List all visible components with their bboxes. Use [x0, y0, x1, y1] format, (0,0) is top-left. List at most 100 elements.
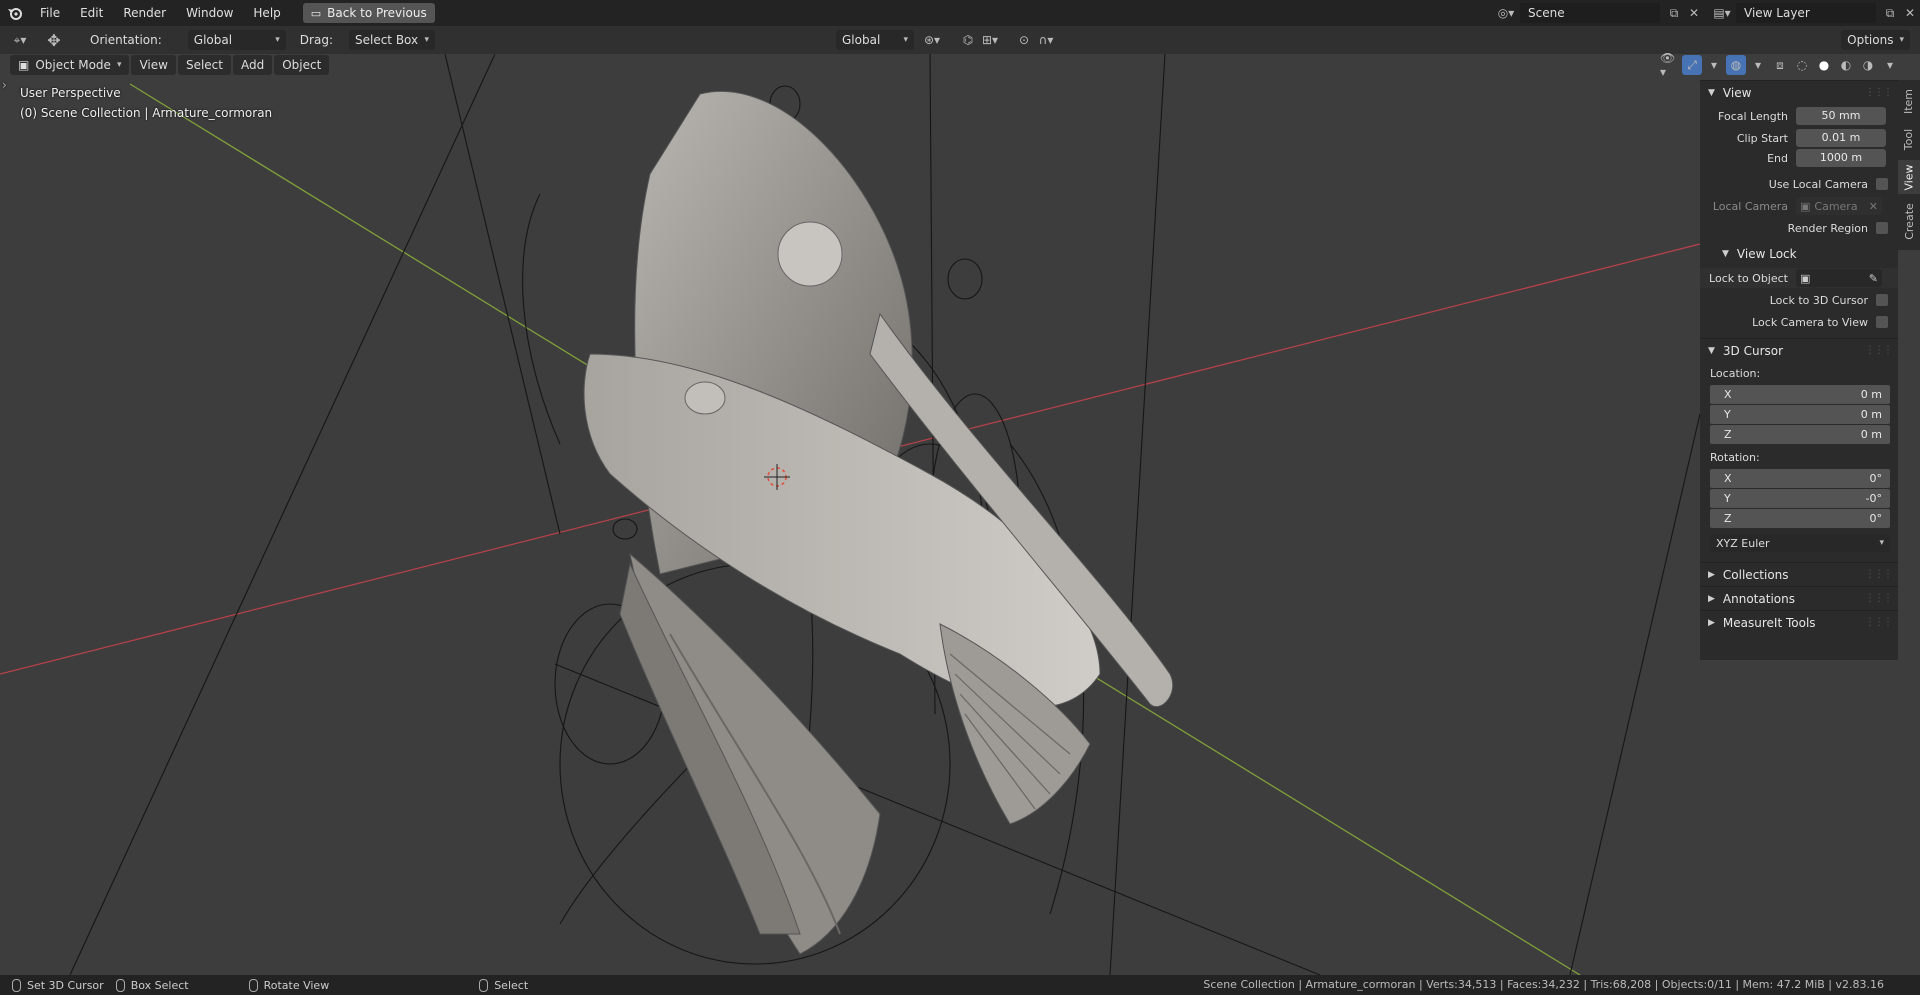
use-local-camera-checkbox[interactable] — [1876, 178, 1888, 190]
view-layer-selector-icon[interactable]: ▤▾ — [1712, 3, 1732, 23]
solid-shading-icon[interactable]: ● — [1814, 55, 1834, 75]
chevron-down-icon[interactable]: ▾ — [1880, 55, 1900, 75]
focal-length-field[interactable]: 50 mm — [1796, 107, 1886, 125]
menu-window[interactable]: Window — [176, 0, 243, 26]
measureit-section-header[interactable]: ▶ MeasureIt Tools ⋮⋮⋮ — [1700, 610, 1898, 634]
view-lock-section-header[interactable]: ▼ View Lock — [1700, 242, 1898, 266]
clip-start-label: Clip Start — [1736, 131, 1788, 145]
status-rotate-view-label: Rotate View — [263, 978, 330, 992]
expanded-triangle-icon: ▼ — [1708, 87, 1715, 98]
lock-to-object-label: Lock to Object — [1709, 271, 1788, 285]
rotation-mode-dropdown[interactable]: XYZ Euler ▾ — [1710, 534, 1890, 552]
3d-cursor-title: 3D Cursor — [1722, 343, 1784, 358]
cursor-location-z-field[interactable]: Z 0 m — [1710, 425, 1890, 444]
wireframe-shading-icon[interactable]: ◌ — [1792, 55, 1812, 75]
scene-name-field[interactable]: Scene — [1520, 3, 1660, 23]
tab-tool[interactable]: Tool — [1898, 122, 1920, 156]
drag-grip-icon[interactable]: ⋮⋮⋮ — [1865, 569, 1893, 580]
status-select-label: Select — [494, 978, 529, 992]
viewport-header: ▣ Object Mode ▾ View Select Add Object — [0, 54, 1700, 76]
drag-grip-icon[interactable]: ⋮⋮⋮ — [1865, 87, 1893, 98]
falloff-icon[interactable]: ∩▾ — [1036, 30, 1056, 50]
tab-item[interactable]: Item — [1898, 84, 1920, 118]
tab-view[interactable]: View — [1898, 160, 1920, 194]
rotation-mode-value: XYZ Euler — [1716, 536, 1770, 550]
3d-cursor-section-header[interactable]: ▼ 3D Cursor ⋮⋮⋮ — [1700, 338, 1898, 362]
overlays-icon[interactable]: ◍ — [1726, 55, 1746, 75]
local-camera-field[interactable]: ▣ Camera ✕ — [1796, 197, 1882, 215]
snap-icon[interactable]: ⌬ — [958, 30, 978, 50]
drag-grip-icon[interactable]: ⋮⋮⋮ — [1865, 617, 1893, 628]
xray-icon[interactable]: ⧈ — [1770, 55, 1790, 75]
cormorant-model[interactable] — [583, 91, 1174, 955]
options-dropdown[interactable]: Options ▾ — [1841, 30, 1910, 50]
pivot-point-icon[interactable]: ⊛▾ — [922, 30, 942, 50]
view-section-title: View — [1722, 85, 1752, 100]
rendered-shading-icon[interactable]: ◑ — [1858, 55, 1878, 75]
menu-render[interactable]: Render — [113, 0, 176, 26]
render-region-checkbox[interactable] — [1876, 222, 1888, 234]
new-view-layer-icon[interactable]: ⧉ — [1880, 3, 1900, 23]
material-shading-icon[interactable]: ◐ — [1836, 55, 1856, 75]
transform-orientation-dropdown[interactable]: Global ▾ — [836, 30, 914, 50]
cursor-rotation-z-field[interactable]: Z 0° — [1710, 509, 1890, 528]
tab-create[interactable]: Create — [1898, 198, 1920, 244]
menu-add[interactable]: Add — [232, 55, 273, 75]
view-layer-name-field[interactable]: View Layer — [1736, 3, 1876, 23]
clear-icon[interactable]: ✕ — [1869, 200, 1878, 213]
tab-view-label: View — [1902, 163, 1916, 191]
cursor-location-y-field[interactable]: Y 0 m — [1710, 405, 1890, 424]
scene-selector-icon[interactable]: ◎▾ — [1496, 3, 1516, 23]
view-section-header[interactable]: ▼ View ⋮⋮⋮ — [1700, 80, 1898, 104]
proportional-edit-icon[interactable]: ⊙ — [1014, 30, 1034, 50]
menu-object[interactable]: Object — [274, 55, 330, 75]
orientation-dropdown[interactable]: Global ▾ — [187, 30, 286, 50]
visibility-icon[interactable]: 👁▾ — [1660, 51, 1680, 79]
lock-to-object-field[interactable]: ▣ ✎ — [1796, 269, 1882, 287]
cursor-rotation-x-field[interactable]: X 0° — [1710, 469, 1890, 488]
mode-dropdown[interactable]: ▣ Object Mode ▾ — [10, 55, 130, 75]
menu-file[interactable]: File — [30, 0, 70, 26]
eyedropper-icon[interactable]: ✎ — [1869, 272, 1878, 285]
drag-value: Select Box — [354, 33, 419, 47]
render-region-label: Render Region — [1787, 221, 1868, 235]
delete-view-layer-icon[interactable]: ✕ — [1900, 3, 1920, 23]
transform-tool-icon[interactable]: ✥ — [44, 30, 64, 50]
delete-scene-icon[interactable]: ✕ — [1684, 3, 1704, 23]
collections-section-header[interactable]: ▶ Collections ⋮⋮⋮ — [1700, 562, 1898, 586]
lock-camera-to-view-checkbox[interactable] — [1876, 316, 1888, 328]
snap-target-icon[interactable]: ⊞▾ — [980, 30, 1000, 50]
transform-orientation-value: Global — [842, 33, 881, 47]
cursor-rotation-y-field[interactable]: Y -0° — [1710, 489, 1890, 508]
collection-label: (0) Scene Collection | Armature_cormoran — [20, 106, 273, 120]
drag-grip-icon[interactable]: ⋮⋮⋮ — [1865, 345, 1893, 356]
cursor-location-x-field[interactable]: X 0 m — [1710, 385, 1890, 404]
view-lock-title: View Lock — [1736, 247, 1797, 261]
top-menu-bar: File Edit Render Window Help ▭ Back to P… — [0, 0, 1920, 26]
lock-to-3d-cursor-checkbox[interactable] — [1876, 294, 1888, 306]
toolbar-expand-icon[interactable]: › — [2, 78, 7, 92]
gizmo-icon[interactable]: ⤢ — [1682, 55, 1702, 75]
clip-end-field[interactable]: 1000 m — [1796, 149, 1886, 167]
menu-help[interactable]: Help — [243, 0, 290, 26]
menu-select[interactable]: Select — [177, 55, 231, 75]
drag-dropdown[interactable]: Select Box ▾ — [348, 30, 435, 50]
blender-logo-icon[interactable] — [0, 0, 30, 26]
menu-edit[interactable]: Edit — [70, 0, 113, 26]
axis-label: Y — [1724, 492, 1731, 505]
chevron-down-icon[interactable]: ▾ — [1748, 55, 1768, 75]
clip-start-field[interactable]: 0.01 m — [1796, 129, 1886, 147]
menu-view[interactable]: View — [131, 55, 176, 75]
annotations-section-header[interactable]: ▶ Annotations ⋮⋮⋮ — [1700, 586, 1898, 610]
chevron-down-icon[interactable]: ▾ — [1704, 55, 1724, 75]
axis-label: X — [1724, 472, 1732, 485]
back-to-previous-button[interactable]: ▭ Back to Previous — [302, 3, 435, 23]
new-scene-icon[interactable]: ⧉ — [1664, 3, 1684, 23]
viewport-display-controls: 👁▾ ⤢ ▾ ◍ ▾ ⧈ ◌ ● ◐ ◑ ▾ — [1660, 51, 1900, 79]
drag-grip-icon[interactable]: ⋮⋮⋮ — [1865, 593, 1893, 604]
editor-type-icon[interactable]: ⌖▾ — [10, 30, 30, 50]
viewport-canvas[interactable] — [0, 54, 1920, 975]
3d-viewport[interactable]: User Perspective (0) Scene Collection | … — [0, 54, 1920, 975]
axis-value: 0 m — [1860, 408, 1882, 421]
annotations-title: Annotations — [1722, 591, 1795, 606]
